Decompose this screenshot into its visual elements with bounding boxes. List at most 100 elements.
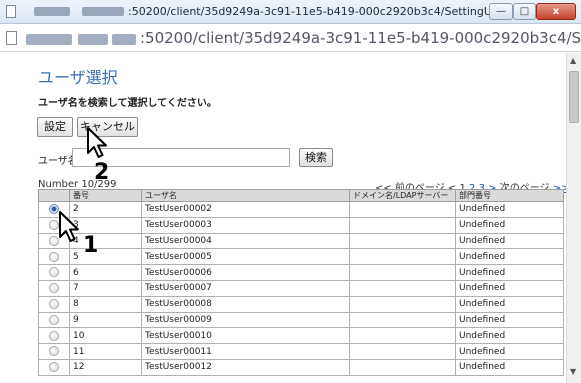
page-icon [6, 5, 16, 18]
header-select [38, 189, 70, 202]
header-domain: ドメイン名/LDAPサーバー [349, 189, 456, 202]
page-content: ユーザ選択 ユーザ名を検索して選択してください。 設定 キャンセル ユーザ名 検… [0, 53, 566, 383]
department-cell: Undefined [455, 295, 564, 313]
vertical-scrollbar[interactable]: ▲ ▼ [566, 53, 581, 383]
user-name-cell: TestUser00002 [141, 201, 350, 218]
table-row[interactable]: 8 TestUser00008 Undefined [38, 295, 564, 313]
domain-cell [349, 248, 456, 266]
department-cell: Undefined [455, 232, 564, 250]
close-button[interactable]: x [536, 3, 576, 20]
domain-cell [349, 343, 456, 360]
select-cell[interactable] [38, 343, 70, 360]
table-row[interactable]: 11 TestUser00011 Undefined [38, 343, 564, 360]
page-title: ユーザ選択 [38, 68, 118, 87]
number-cell: 10 [69, 327, 142, 345]
domain-cell [349, 216, 456, 234]
instruction-text: ユーザ名を検索して選択してください。 [38, 98, 217, 109]
maximize-button[interactable]: □ [513, 3, 536, 20]
radio-button-icon[interactable] [49, 330, 59, 341]
domain-cell [349, 327, 456, 345]
user-name-cell: TestUser00009 [141, 311, 350, 329]
user-name-cell: TestUser00005 [141, 248, 350, 266]
number-cell: 12 [69, 358, 142, 376]
redacted-host [34, 7, 70, 16]
table-row[interactable]: 4 TestUser00004 Undefined [38, 232, 564, 250]
header-department: 部門番号 [455, 189, 564, 202]
settings-button[interactable]: 設定 [37, 117, 73, 137]
radio-button-icon[interactable] [49, 251, 59, 262]
page-icon [6, 31, 17, 45]
domain-cell [349, 279, 456, 297]
user-name-cell: TestUser00008 [141, 295, 350, 313]
address-bar[interactable]: :50200/client/35d9249a-3c91-11e5-b419-00… [0, 25, 581, 52]
department-cell: Undefined [455, 216, 564, 234]
select-cell[interactable] [38, 327, 70, 345]
department-cell: Undefined [455, 248, 564, 266]
domain-cell [349, 295, 456, 313]
number-cell: 5 [69, 248, 142, 266]
user-name-cell: TestUser00011 [141, 343, 350, 360]
table-header-row: 番号 ユーザ名 ドメイン名/LDAPサーバー 部門番号 [38, 189, 564, 202]
table-body: 2 TestUser00002 Undefined 3 TestUser0000… [38, 201, 564, 376]
select-cell[interactable] [38, 358, 70, 376]
radio-button-icon[interactable] [49, 362, 59, 373]
number-cell: 11 [69, 343, 142, 360]
scroll-down-arrow-icon[interactable]: ▼ [570, 367, 576, 376]
user-name-cell: TestUser00007 [141, 279, 350, 297]
user-name-cell: TestUser00006 [141, 264, 350, 281]
domain-cell [349, 264, 456, 281]
radio-button-icon[interactable] [49, 298, 59, 309]
user-table: 番号 ユーザ名 ドメイン名/LDAPサーバー 部門番号 2 TestUser00… [38, 189, 564, 376]
select-cell[interactable] [38, 248, 70, 266]
user-name-cell: TestUser00003 [141, 216, 350, 234]
number-cell: 9 [69, 311, 142, 329]
redacted-host [26, 34, 72, 45]
mouse-pointer-icon [59, 211, 79, 242]
radio-button-icon[interactable] [49, 346, 59, 357]
table-row[interactable]: 10 TestUser00010 Undefined [38, 327, 564, 345]
radio-button-icon[interactable] [49, 283, 59, 294]
radio-button-icon[interactable] [49, 267, 59, 278]
table-row[interactable]: 6 TestUser00006 Undefined [38, 264, 564, 281]
number-cell: 6 [69, 264, 142, 281]
table-row[interactable]: 12 TestUser00012 Undefined [38, 358, 564, 376]
window-titlebar: :50200/client/35d9249a-3c91-11e5-b419-00… [0, 0, 581, 24]
department-cell: Undefined [455, 327, 564, 345]
user-name-cell: TestUser00012 [141, 358, 350, 376]
number-cell: 7 [69, 279, 142, 297]
table-row[interactable]: 2 TestUser00002 Undefined [38, 201, 564, 218]
table-row[interactable]: 3 TestUser00003 Undefined [38, 216, 564, 234]
search-button[interactable]: 検索 [299, 148, 333, 167]
domain-cell [349, 201, 456, 218]
scroll-thumb[interactable] [569, 71, 579, 123]
header-number: 番号 [69, 189, 142, 202]
domain-cell [349, 358, 456, 376]
domain-cell [349, 311, 456, 329]
table-row[interactable]: 5 TestUser00005 Undefined [38, 248, 564, 266]
step-number-2: 2 [94, 160, 110, 185]
redacted-host [112, 34, 136, 45]
department-cell: Undefined [455, 343, 564, 360]
select-cell[interactable] [38, 311, 70, 329]
redacted-host [82, 7, 124, 16]
select-cell[interactable] [38, 279, 70, 297]
department-cell: Undefined [455, 279, 564, 297]
minimize-button[interactable]: — [489, 3, 513, 20]
user-name-cell: TestUser00004 [141, 232, 350, 250]
address-url[interactable]: :50200/client/35d9249a-3c91-11e5-b419-00… [140, 29, 581, 47]
department-cell: Undefined [455, 358, 564, 376]
radio-button-icon[interactable] [49, 314, 59, 325]
mouse-pointer-icon [87, 127, 107, 158]
table-row[interactable]: 9 TestUser00009 Undefined [38, 311, 564, 329]
table-row[interactable]: 7 TestUser00007 Undefined [38, 279, 564, 297]
domain-cell [349, 232, 456, 250]
user-name-cell: TestUser00010 [141, 327, 350, 345]
scroll-up-arrow-icon[interactable]: ▲ [570, 56, 576, 65]
select-cell[interactable] [38, 264, 70, 281]
number-cell: 8 [69, 295, 142, 313]
select-cell[interactable] [38, 295, 70, 313]
step-number-1: 1 [83, 233, 99, 258]
department-cell: Undefined [455, 264, 564, 281]
department-cell: Undefined [455, 311, 564, 329]
header-user-name: ユーザ名 [141, 189, 350, 202]
